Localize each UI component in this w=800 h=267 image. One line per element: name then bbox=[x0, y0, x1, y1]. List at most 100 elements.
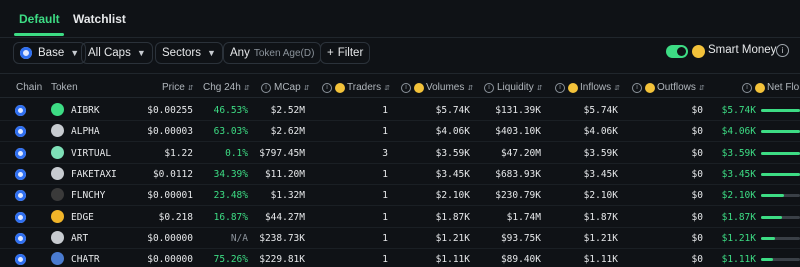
traders-cell: 1 bbox=[382, 126, 388, 138]
chevron-down-icon: ▼ bbox=[136, 48, 146, 58]
traders-cell: 1 bbox=[382, 211, 388, 223]
price-cell: $0.00000 bbox=[147, 232, 193, 244]
token-name: AIBRK bbox=[71, 105, 100, 116]
volumes-cell: $4.06K bbox=[435, 126, 470, 138]
netflow-bar-fill bbox=[761, 151, 800, 155]
token-name: CHATR bbox=[71, 254, 100, 266]
table-row[interactable]: AIBRK $0.00255 46.53% $2.52M 1 $5.74K $131.39K… bbox=[0, 100, 800, 121]
netflow-cell: $1.87K bbox=[721, 211, 756, 223]
smart-money-toggle[interactable] bbox=[666, 45, 688, 58]
netflow-bar-fill bbox=[761, 236, 775, 240]
netflow-bar-fill bbox=[761, 172, 800, 176]
caps-select[interactable]: All Caps ▼ bbox=[81, 42, 153, 64]
table-row[interactable]: FLNCHY $0.00001 23.48% $1.32M 1 $2.10K $230.79… bbox=[0, 185, 800, 207]
mcap-cell: $797.45M bbox=[259, 147, 305, 159]
table-row[interactable]: ART $0.00000 N/A $238.73K 1 $1.21K $93.75K $1.2… bbox=[0, 228, 800, 249]
token-name: ALPHA bbox=[71, 126, 100, 138]
info-icon: i bbox=[322, 82, 332, 93]
traders-cell: 3 bbox=[382, 147, 388, 159]
netflow-bar-fill bbox=[761, 130, 800, 134]
netflow-cell: $1.11K bbox=[721, 254, 756, 266]
chg-cell: 63.03% bbox=[213, 126, 248, 138]
sort-icon: ⇵ bbox=[243, 84, 250, 92]
token-name: FAKETAXI bbox=[71, 168, 117, 180]
info-icon: i bbox=[742, 82, 752, 93]
smart-money-label: Smart Money bbox=[708, 44, 777, 56]
col-netflow[interactable]: i Net Flo bbox=[742, 82, 799, 93]
inflows-cell: $1.87K bbox=[583, 211, 618, 223]
base-chain-icon bbox=[15, 232, 26, 244]
col-volumes[interactable]: i Volumes ⇵ bbox=[401, 82, 473, 93]
mcap-cell: $2.62M bbox=[270, 126, 305, 138]
volumes-cell: $1.21K bbox=[435, 232, 470, 244]
sunglasses-emoji-icon bbox=[645, 82, 655, 93]
mcap-cell: $1.32M bbox=[270, 190, 305, 202]
table-row[interactable]: FAKETAXI $0.0112 34.39% $11.20M 1 $3.45K $683.… bbox=[0, 164, 800, 185]
chain-select-label: Base bbox=[38, 47, 65, 59]
outflows-cell: $0 bbox=[691, 147, 703, 159]
chain-select[interactable]: Base ▼ bbox=[13, 42, 87, 64]
sectors-select[interactable]: Sectors ▼ bbox=[155, 42, 223, 64]
info-icon: i bbox=[261, 82, 271, 93]
netflow-bar-fill bbox=[761, 215, 783, 219]
chg-cell: 0.1% bbox=[225, 147, 248, 159]
volumes-cell: $1.11K bbox=[435, 254, 470, 266]
tab-watchlist[interactable]: Watchlist bbox=[73, 12, 126, 26]
token-age-label: Token Age(D) bbox=[253, 47, 315, 59]
filter-button-label: Filter bbox=[337, 47, 364, 59]
diamond-icon bbox=[51, 230, 64, 244]
col-traders[interactable]: i Traders ⇵ bbox=[322, 82, 390, 93]
netflow-cell: $4.06K bbox=[721, 126, 756, 138]
table-row[interactable]: ALPHA $0.00003 63.03% $2.62M 1 $4.06K $403.10K… bbox=[0, 121, 800, 143]
netflow-bar bbox=[761, 109, 800, 112]
col-price[interactable]: Price ⇵ bbox=[162, 82, 194, 93]
sunglasses-emoji-icon bbox=[414, 82, 424, 93]
col-liquidity[interactable]: i Liquidity ⇵ bbox=[484, 82, 543, 93]
info-icon[interactable]: i bbox=[776, 44, 789, 57]
info-icon: i bbox=[632, 82, 642, 93]
caps-select-label: All Caps bbox=[88, 47, 131, 59]
chg-cell: 23.48% bbox=[213, 190, 248, 202]
robot-icon bbox=[51, 103, 64, 116]
inflows-cell: $5.74K bbox=[583, 105, 618, 116]
sort-icon: ⇵ bbox=[467, 84, 474, 92]
table-row[interactable]: CHATR $0.00000 75.26% $229.81K 1 $1.11K $89.40… bbox=[0, 249, 800, 267]
table-row[interactable]: VIRTUAL $1.22 0.1% $797.45M 3 $3.59K $47.20M $3… bbox=[0, 143, 800, 164]
netflow-bar bbox=[761, 130, 800, 134]
netflow-bar bbox=[761, 172, 800, 176]
token-age-filter[interactable]: Any Token Age(D) bbox=[223, 42, 322, 64]
triangle-icon bbox=[51, 209, 64, 223]
liquidity-cell: $1.74M bbox=[506, 211, 541, 223]
netflow-bar bbox=[761, 151, 800, 155]
col-inflows[interactable]: i Inflows ⇵ bbox=[555, 82, 620, 93]
netflow-bar-fill bbox=[761, 109, 800, 112]
sort-icon: ⇵ bbox=[384, 84, 390, 92]
col-mcap[interactable]: i MCap ⇵ bbox=[261, 82, 310, 93]
diamond-icon bbox=[51, 124, 64, 138]
chg-cell: N/A bbox=[230, 232, 248, 244]
filter-button[interactable]: + Filter bbox=[320, 42, 371, 64]
volumes-cell: $3.45K bbox=[435, 168, 470, 180]
plus-icon: + bbox=[327, 47, 334, 59]
liquidity-cell: $47.20M bbox=[500, 147, 541, 159]
chg-cell: 34.39% bbox=[213, 168, 248, 180]
inflows-cell: $3.45K bbox=[583, 168, 618, 180]
tab-bar: Default Watchlist bbox=[0, 0, 800, 38]
chg-cell: 75.26% bbox=[213, 254, 248, 266]
base-chain-icon bbox=[15, 168, 26, 180]
info-icon: i bbox=[484, 82, 494, 93]
base-chain-icon bbox=[15, 190, 26, 202]
netflow-cell: $2.10K bbox=[721, 190, 756, 202]
liquidity-cell: $683.93K bbox=[495, 168, 541, 180]
tab-default[interactable]: Default bbox=[19, 12, 60, 26]
netflow-bar bbox=[761, 194, 800, 198]
col-outflows[interactable]: i Outflows ⇵ bbox=[632, 82, 705, 93]
chg-cell: 16.87% bbox=[213, 211, 248, 223]
table-row[interactable]: EDGE $0.218 16.87% $44.27M 1 $1.87K $1.74M $1.8… bbox=[0, 207, 800, 228]
netflow-cell: $3.59K bbox=[721, 147, 756, 159]
filter-bar: Base ▼ All Caps ▼ Sectors ▼ Any Token Ag… bbox=[0, 38, 800, 74]
token-name: VIRTUAL bbox=[71, 147, 112, 159]
col-chg24h[interactable]: Chg 24h ⇵ bbox=[203, 82, 250, 93]
netflow-bar bbox=[761, 236, 800, 240]
mcap-cell: $44.27M bbox=[264, 211, 305, 223]
